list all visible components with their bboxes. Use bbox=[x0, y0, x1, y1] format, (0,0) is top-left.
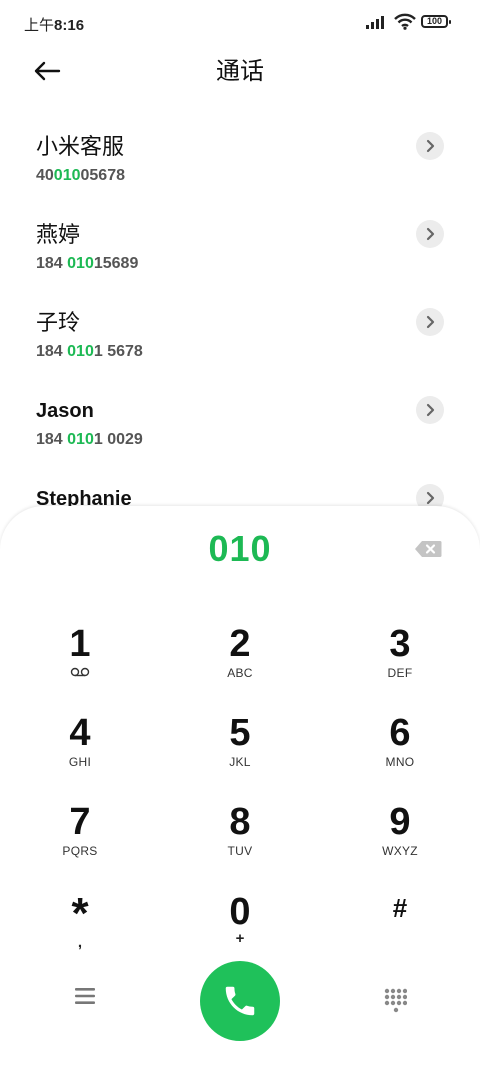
contact-detail-button[interactable] bbox=[416, 132, 444, 160]
key-8[interactable]: 8 TUV bbox=[170, 802, 310, 882]
contact-name: 燕婷 bbox=[36, 222, 81, 247]
phone-icon bbox=[225, 986, 255, 1016]
key-digit: 6 bbox=[389, 712, 411, 754]
contact-item[interactable]: Jason 184 0101 0029 bbox=[0, 390, 480, 478]
contact-number: 4001005678 bbox=[36, 167, 125, 184]
key-digit: 1 bbox=[69, 623, 91, 665]
dialpad-icon[interactable] bbox=[383, 988, 407, 1014]
key-5[interactable]: 5 JKL bbox=[170, 713, 310, 793]
key-digit: 5 bbox=[229, 712, 251, 754]
key-digit: 0 bbox=[229, 891, 251, 933]
chevron-right-icon bbox=[426, 139, 435, 153]
key-digit: 4 bbox=[69, 712, 91, 754]
key-letters: JKL bbox=[229, 755, 251, 769]
contact-number: 184 0101 0029 bbox=[36, 431, 143, 448]
dialer-screen: 上午8:16 100 通话 小米客服 4001005678 燕婷 184 010… bbox=[0, 0, 480, 1066]
contact-detail-button[interactable] bbox=[416, 396, 444, 424]
key-digit: 8 bbox=[229, 801, 251, 843]
contact-number: 184 0101 5678 bbox=[36, 343, 143, 360]
key-digit: 2 bbox=[229, 623, 251, 665]
key-digit: 7 bbox=[69, 801, 91, 843]
status-bar: 上午8:16 100 bbox=[0, 0, 480, 44]
key-letters: WXYZ bbox=[382, 844, 418, 858]
voicemail-icon bbox=[70, 667, 90, 677]
key-letters: , bbox=[77, 934, 83, 951]
key-digit: 3 bbox=[389, 623, 411, 665]
contact-name: Jason bbox=[36, 400, 94, 422]
key-star[interactable]: * , bbox=[10, 892, 150, 972]
number-match: 010 bbox=[67, 431, 94, 448]
menu-icon[interactable] bbox=[70, 984, 100, 1008]
call-button[interactable] bbox=[200, 961, 280, 1041]
chevron-right-icon bbox=[426, 491, 435, 505]
contact-number: 184 01015689 bbox=[36, 255, 139, 272]
key-letters: + bbox=[235, 930, 245, 947]
key-4[interactable]: 4 GHI bbox=[10, 713, 150, 793]
key-1[interactable]: 1 bbox=[10, 624, 150, 704]
chevron-right-icon bbox=[426, 227, 435, 241]
key-letters: TUV bbox=[227, 844, 253, 858]
contact-list: 小米客服 4001005678 燕婷 184 01015689 子玲 184 0… bbox=[0, 126, 480, 566]
key-7[interactable]: 7 PQRS bbox=[10, 802, 150, 882]
backspace-icon[interactable] bbox=[414, 540, 442, 558]
dialpad-sheet: 010 1 2 ABC 3 DEF 4 GHI 5 JKL 6 MNO 7 PQ… bbox=[0, 506, 480, 1066]
status-time: 上午8:16 bbox=[24, 14, 84, 35]
contact-item[interactable]: 子玲 184 0101 5678 bbox=[0, 302, 480, 390]
key-3[interactable]: 3 DEF bbox=[330, 624, 470, 704]
key-2[interactable]: 2 ABC bbox=[170, 624, 310, 704]
key-6[interactable]: 6 MNO bbox=[330, 713, 470, 793]
number-match: 010 bbox=[53, 167, 81, 184]
time-prefix: 上午 bbox=[24, 17, 55, 34]
number-match: 010 bbox=[67, 343, 94, 360]
contact-name: 小米客服 bbox=[36, 134, 125, 159]
key-letters: GHI bbox=[68, 755, 92, 769]
key-0[interactable]: 0 + bbox=[170, 892, 310, 972]
time-value: 8:16 bbox=[54, 17, 85, 34]
contact-name: 子玲 bbox=[36, 310, 81, 335]
signal-icon bbox=[366, 16, 384, 29]
key-digit: # bbox=[392, 893, 408, 923]
battery-indicator: 100 bbox=[421, 15, 451, 28]
contact-item[interactable]: 燕婷 184 01015689 bbox=[0, 214, 480, 302]
key-letters: MNO bbox=[385, 755, 415, 769]
number-match: 010 bbox=[67, 255, 94, 272]
chevron-right-icon bbox=[426, 403, 435, 417]
page-title: 通话 bbox=[216, 58, 264, 85]
key-digit: 9 bbox=[389, 801, 411, 843]
contact-detail-button[interactable] bbox=[416, 308, 444, 336]
key-letters: DEF bbox=[387, 666, 413, 680]
key-hash[interactable]: # bbox=[330, 892, 470, 972]
contact-item[interactable]: 小米客服 4001005678 bbox=[0, 126, 480, 214]
chevron-right-icon bbox=[426, 315, 435, 329]
dialed-number: 010 bbox=[208, 528, 272, 569]
key-letters: ABC bbox=[227, 666, 253, 680]
key-letters: PQRS bbox=[62, 844, 98, 858]
wifi-icon bbox=[394, 13, 416, 30]
key-digit: * bbox=[71, 889, 89, 938]
key-9[interactable]: 9 WXYZ bbox=[330, 802, 470, 882]
contact-detail-button[interactable] bbox=[416, 220, 444, 248]
